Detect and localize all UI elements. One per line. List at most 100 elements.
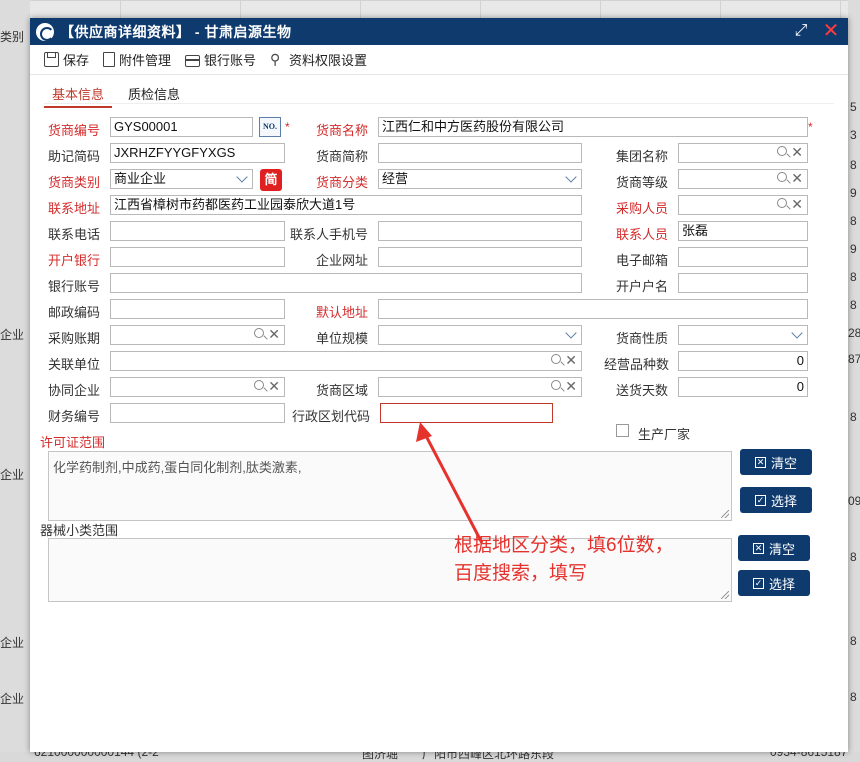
supplier-nature-select[interactable] xyxy=(678,325,808,345)
product-count-field[interactable]: 0 xyxy=(678,351,808,371)
clear-icon[interactable]: ✕ xyxy=(791,170,803,187)
search-icon[interactable] xyxy=(551,354,561,364)
app-logo-icon xyxy=(36,22,54,41)
related-unit-field[interactable]: ✕ xyxy=(110,351,582,371)
account-name-label: 开户户名 xyxy=(616,279,669,294)
tab-quality-info[interactable]: 质检信息 xyxy=(120,82,188,108)
clear-icon[interactable]: ✕ xyxy=(791,196,803,213)
clear-icon[interactable]: ✕ xyxy=(268,378,280,395)
search-icon[interactable] xyxy=(777,172,787,182)
email-field[interactable] xyxy=(678,247,808,267)
save-button[interactable]: 保存 xyxy=(44,50,89,69)
permissions-label: 资料权限设置 xyxy=(289,53,368,68)
manufacturer-checkbox[interactable] xyxy=(616,424,629,437)
supplier-code-field[interactable]: GYS00001 xyxy=(110,117,253,137)
supplier-grade-field[interactable]: ✕ xyxy=(678,169,808,189)
permissions-button[interactable]: ⚲ 资料权限设置 xyxy=(270,50,367,69)
license-select-label: 选择 xyxy=(770,493,797,509)
group-name-field[interactable]: ✕ xyxy=(678,143,808,163)
bank-field[interactable] xyxy=(110,247,285,267)
background-cell: 9 xyxy=(850,242,857,256)
supplier-name-label: 货商名称 xyxy=(316,123,369,138)
address-field[interactable]: 江西省樟树市药都医药工业园泰欣大道1号 xyxy=(110,195,582,215)
partner-field[interactable]: ✕ xyxy=(110,377,285,397)
quick-add-button[interactable]: 简 xyxy=(260,169,282,191)
phone-field[interactable] xyxy=(110,221,285,241)
supplier-detail-dialog: 【供应商详细资料】 - 甘肃启源生物 ⤢ ✕ 保存 附件管理 银行账号 ⚲ 资料… xyxy=(30,18,848,752)
background-cell: 企业 xyxy=(0,328,25,342)
tab-basic-info[interactable]: 基本信息 xyxy=(44,82,113,108)
clear-icon[interactable]: ✕ xyxy=(791,144,803,161)
delivery-days-field[interactable]: 0 xyxy=(678,377,808,397)
email-label: 电子邮箱 xyxy=(616,253,669,268)
device-scope-label: 器械小类范围 xyxy=(40,523,119,538)
device-select-label: 选择 xyxy=(768,576,795,592)
maximize-icon[interactable]: ⤢ xyxy=(792,22,810,40)
supplier-name-field[interactable]: 江西仁和中方医药股份有限公司 xyxy=(378,117,808,137)
contact-field[interactable]: 张磊 xyxy=(678,221,808,241)
finance-code-field[interactable] xyxy=(110,403,285,423)
search-icon[interactable] xyxy=(254,380,264,390)
bank-account-field[interactable] xyxy=(110,273,582,293)
annotation-note: 根据地区分类，填6位数， 百度搜索，填写 xyxy=(454,532,674,588)
background-cell: 8 xyxy=(850,690,857,704)
buyer-label: 采购人员 xyxy=(616,201,669,216)
check-box-icon: ✓ xyxy=(754,494,766,506)
license-clear-label: 清空 xyxy=(770,455,797,471)
attachments-button[interactable]: 附件管理 xyxy=(103,50,171,69)
annotation-line-2: 百度搜索，填写 xyxy=(454,563,588,584)
bank-account-button[interactable]: 银行账号 xyxy=(185,50,256,69)
save-icon xyxy=(44,52,59,67)
clear-icon[interactable]: ✕ xyxy=(565,378,577,395)
mobile-field[interactable] xyxy=(378,221,582,241)
purchase-period-field[interactable]: ✕ xyxy=(110,325,285,345)
file-icon xyxy=(103,52,116,67)
window-title: 【供应商详细资料】 - 甘肃启源生物 xyxy=(60,23,292,40)
license-scope-textarea[interactable]: 化学药制剂,中成药,蛋白同化制剂,肽类激素, xyxy=(48,451,732,521)
website-field[interactable] xyxy=(378,247,582,267)
background-cell: 8 xyxy=(850,214,857,228)
supplier-type-label: 货商类别 xyxy=(48,175,101,190)
partner-label: 协同企业 xyxy=(48,383,101,398)
address-label: 联系地址 xyxy=(48,201,101,216)
mnemonic-field[interactable]: JXRHZFYYGFYXGS xyxy=(110,143,285,163)
close-icon[interactable]: ✕ xyxy=(822,21,840,41)
title-bar[interactable]: 【供应商详细资料】 - 甘肃启源生物 ⤢ ✕ xyxy=(30,18,848,45)
postcode-field[interactable] xyxy=(110,299,285,319)
chevron-down-icon xyxy=(565,171,577,183)
search-icon[interactable] xyxy=(777,198,787,208)
clear-icon[interactable]: ✕ xyxy=(268,326,280,343)
account-name-field[interactable] xyxy=(678,273,808,293)
background-cell: 8 xyxy=(850,550,857,564)
license-select-button[interactable]: ✓ 选择 xyxy=(740,487,812,513)
background-cell: 企业 xyxy=(0,468,25,482)
postcode-label: 邮政编码 xyxy=(48,305,101,320)
device-select-button[interactable]: ✓ 选择 xyxy=(738,570,810,596)
license-clear-button[interactable]: ✕ 清空 xyxy=(740,449,812,475)
background-cell: 8 xyxy=(850,410,857,424)
search-icon[interactable] xyxy=(551,380,561,390)
resize-grip-icon[interactable] xyxy=(721,591,729,599)
region-field[interactable]: ✕ xyxy=(378,377,582,397)
save-label: 保存 xyxy=(63,53,90,68)
resize-grip-icon[interactable] xyxy=(721,510,729,518)
default-address-field[interactable] xyxy=(378,299,808,319)
search-icon[interactable] xyxy=(254,328,264,338)
buyer-field[interactable]: ✕ xyxy=(678,195,808,215)
device-clear-button[interactable]: ✕ 清空 xyxy=(738,535,810,561)
clear-icon[interactable]: ✕ xyxy=(565,352,577,369)
background-header-text: 类别 xyxy=(0,30,25,44)
chevron-down-icon xyxy=(791,327,803,339)
license-scope-label: 许可证范围 xyxy=(40,435,106,450)
license-scope-value: 化学药制剂,中成药,蛋白同化制剂,肽类激素, xyxy=(53,460,302,475)
unit-scale-select[interactable] xyxy=(378,325,582,345)
device-clear-label: 清空 xyxy=(768,541,795,557)
supplier-type-select[interactable]: 商业企业 xyxy=(110,169,253,189)
short-name-field[interactable] xyxy=(378,143,582,163)
manufacturer-label: 生产厂家 xyxy=(638,427,691,442)
auto-number-button[interactable]: NO. xyxy=(259,117,281,137)
chevron-down-icon xyxy=(565,327,577,339)
search-icon[interactable] xyxy=(777,146,787,156)
bank-account-label: 银行账号 xyxy=(204,53,257,68)
supplier-category-select[interactable]: 经营 xyxy=(378,169,582,189)
